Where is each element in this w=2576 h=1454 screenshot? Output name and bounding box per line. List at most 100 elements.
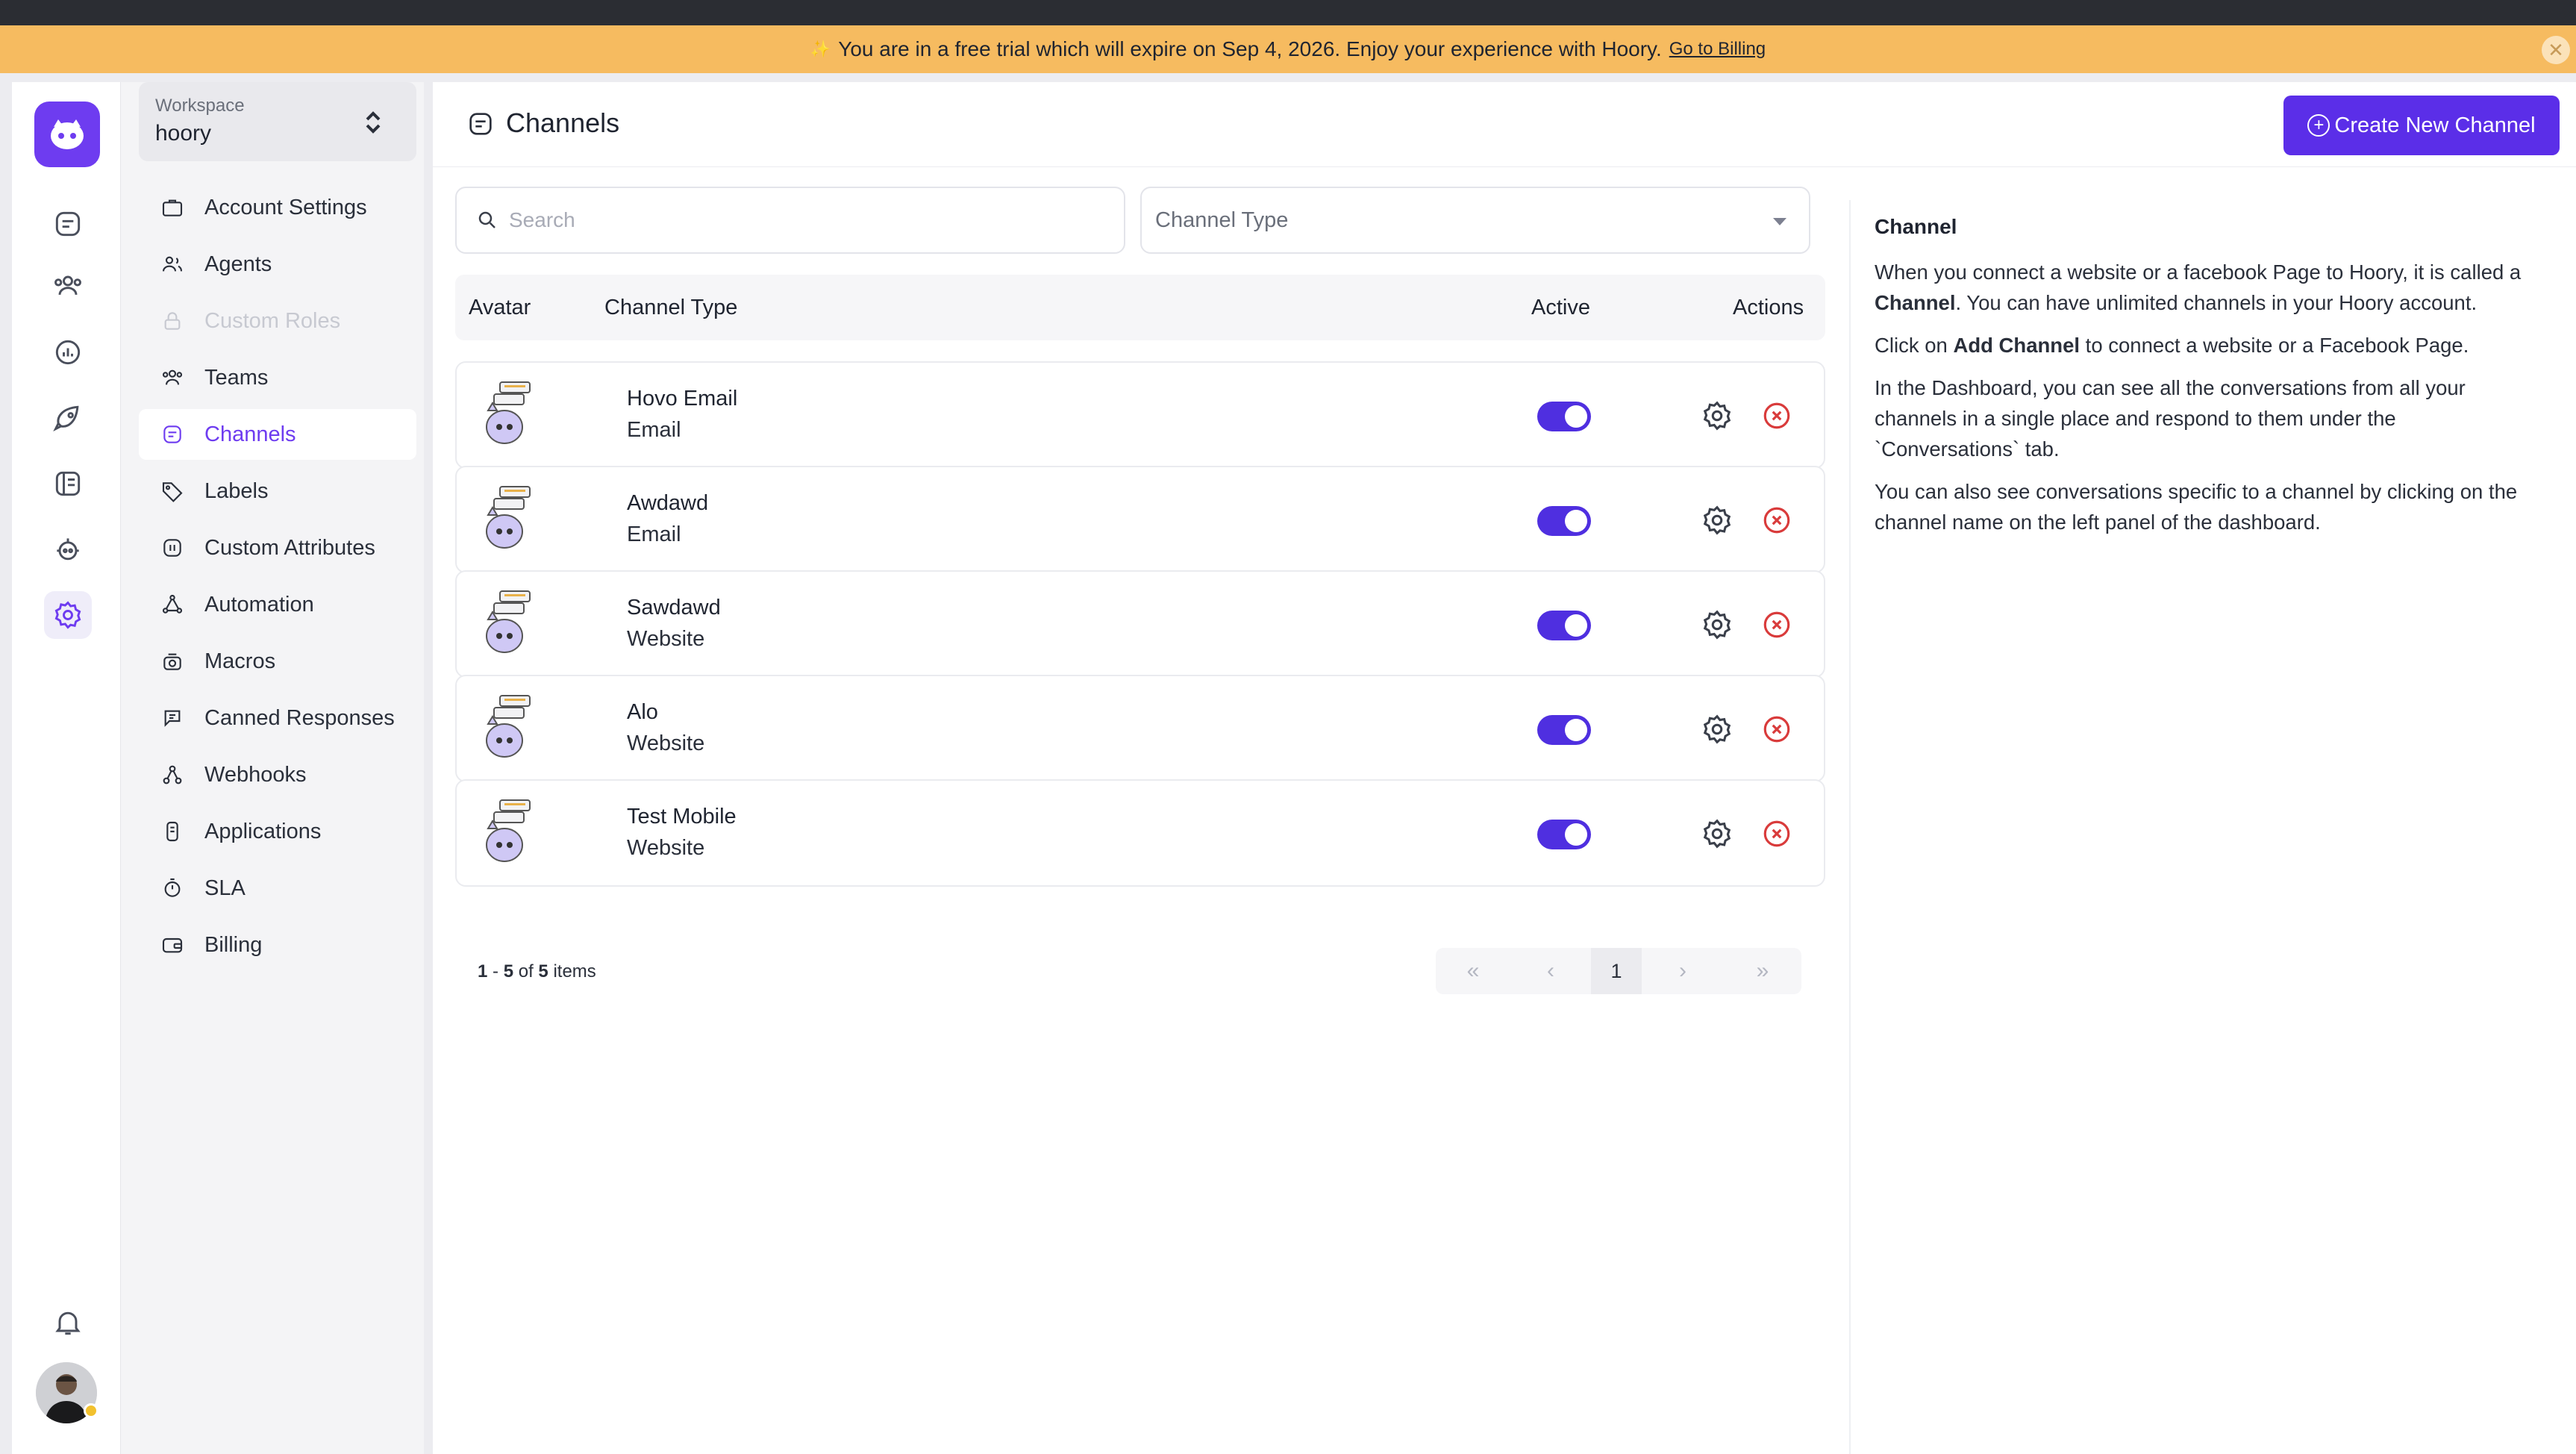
channel-avatar — [478, 590, 537, 657]
sidebar-item-billing[interactable]: Billing — [139, 920, 416, 970]
sidebar-item-label: Account Settings — [204, 195, 367, 219]
page-number-button[interactable]: 1 — [1591, 948, 1642, 994]
applications-icon — [160, 819, 185, 844]
range-total: 5 — [538, 961, 548, 982]
sidebar-item-label: Webhooks — [204, 762, 307, 787]
conversations-nav-icon[interactable] — [44, 200, 92, 248]
channel-type: Website — [627, 836, 705, 860]
sidebar-item-label: Applications — [204, 819, 322, 843]
channel-name: Sawdawd — [627, 596, 721, 620]
of-label: of — [518, 961, 534, 982]
delete-circle-x-icon[interactable] — [1761, 714, 1792, 745]
sidebar-item-teams[interactable]: Teams — [139, 352, 416, 403]
settings-gear-icon[interactable] — [1700, 817, 1734, 851]
settings-nav-icon[interactable] — [44, 591, 92, 639]
sidebar-item-label: Channels — [204, 422, 296, 446]
attribute-icon — [160, 535, 185, 561]
sidebar-item-agents[interactable]: Agents — [139, 239, 416, 290]
channels-title-icon — [469, 113, 492, 135]
hoory-logo[interactable] — [34, 102, 100, 167]
stopwatch-icon — [160, 876, 185, 901]
header-actions: Actions — [1733, 296, 1804, 319]
toggle-knob — [1565, 510, 1587, 532]
table-header: Avatar Channel Type Active Actions — [455, 275, 1825, 340]
active-toggle[interactable] — [1537, 820, 1591, 849]
bot-nav-icon[interactable] — [44, 525, 92, 573]
table-row: Hovo Email Email — [455, 361, 1825, 469]
active-toggle[interactable] — [1537, 715, 1591, 745]
chevron-up-down-icon — [366, 111, 381, 134]
campaigns-nav-icon[interactable] — [44, 394, 92, 442]
sidebar-item-label: Custom Roles — [204, 308, 341, 333]
delete-circle-x-icon[interactable] — [1761, 609, 1792, 640]
channel-type: Email — [627, 522, 681, 546]
reports-nav-icon[interactable] — [44, 328, 92, 376]
last-page-icon[interactable]: » — [1724, 948, 1801, 994]
search-icon — [478, 211, 495, 228]
team-icon — [160, 365, 185, 390]
channel-avatar — [478, 694, 537, 761]
table-row: Alo Website — [455, 675, 1825, 782]
toggle-knob — [1565, 823, 1587, 846]
channel-avatar — [478, 485, 537, 552]
sidebar-item-label: Teams — [204, 365, 269, 390]
page-title: Channels — [506, 107, 620, 138]
settings-gear-icon[interactable] — [1700, 608, 1734, 642]
next-page-icon[interactable]: › — [1642, 948, 1724, 994]
knowledge-base-nav-icon[interactable] — [44, 460, 92, 508]
sidebar-item-sla[interactable]: SLA — [139, 863, 416, 914]
sidebar-item-canned-responses[interactable]: Canned Responses — [139, 693, 416, 743]
sidebar-item-account-settings[interactable]: Account Settings — [139, 182, 416, 233]
sidebar-item-applications[interactable]: Applications — [139, 806, 416, 857]
active-toggle[interactable] — [1537, 402, 1591, 431]
active-toggle[interactable] — [1537, 506, 1591, 536]
first-page-icon[interactable]: « — [1436, 948, 1510, 994]
main-content: Channels + Create New Channel Channel Ty… — [433, 82, 2576, 1454]
channel-avatar — [478, 381, 537, 448]
sidebar-item-label: Billing — [204, 932, 263, 957]
search-input[interactable] — [509, 208, 1121, 232]
channel-info-panel: Channel When you connect a website or a … — [1849, 200, 2536, 1454]
toggle-knob — [1565, 405, 1587, 428]
delete-circle-x-icon[interactable] — [1761, 400, 1792, 431]
table-row: Sawdawd Website — [455, 570, 1825, 678]
sidebar-item-labels[interactable]: Labels — [139, 466, 416, 517]
go-to-billing-link[interactable]: Go to Billing — [1669, 39, 1766, 60]
prev-page-icon[interactable]: ‹ — [1510, 948, 1591, 994]
sidebar-item-webhooks[interactable]: Webhooks — [139, 749, 416, 800]
trial-banner: ✨ You are in a free trial which will exp… — [0, 25, 2576, 73]
sidebar-item-label: Labels — [204, 478, 269, 503]
search-box[interactable] — [455, 187, 1125, 254]
info-paragraph-2: Click on Add Channel to connect a websit… — [1875, 334, 2469, 357]
workspace-switcher[interactable]: Workspace hoory — [139, 82, 416, 161]
sidebar-item-custom-attributes[interactable]: Custom Attributes — [139, 522, 416, 573]
create-new-channel-button[interactable]: + Create New Channel — [2283, 96, 2560, 155]
sidebar-item-channels[interactable]: Channels — [139, 409, 416, 460]
channel-type: Website — [627, 627, 705, 651]
users-icon — [160, 252, 185, 277]
channel-avatar — [478, 799, 537, 866]
notifications-bell-icon[interactable] — [44, 1299, 92, 1347]
info-paragraph-1: When you connect a website or a facebook… — [1875, 260, 2522, 314]
channels-icon — [160, 422, 185, 447]
lock-icon — [160, 308, 185, 334]
active-toggle[interactable] — [1537, 611, 1591, 640]
settings-gear-icon[interactable] — [1700, 712, 1734, 746]
table-row: Test Mobile Website — [455, 779, 1825, 887]
sidebar-item-label: Agents — [204, 252, 272, 276]
channel-type: Website — [627, 731, 705, 755]
delete-circle-x-icon[interactable] — [1761, 505, 1792, 536]
channel-type-select[interactable]: Channel Type — [1140, 187, 1810, 254]
sidebar-item-label: Custom Attributes — [204, 535, 375, 560]
sidebar-item-automation[interactable]: Automation — [139, 579, 416, 630]
settings-gear-icon[interactable] — [1700, 503, 1734, 537]
sidebar-item-label: Canned Responses — [204, 705, 395, 730]
pagination-summary: 1 - 5 of 5 items — [478, 961, 596, 982]
primary-sidebar — [12, 82, 121, 1454]
close-banner-icon[interactable]: ✕ — [2542, 36, 2570, 64]
sidebar-item-macros[interactable]: Macros — [139, 636, 416, 687]
delete-circle-x-icon[interactable] — [1761, 818, 1792, 849]
contacts-nav-icon[interactable] — [44, 261, 92, 309]
settings-gear-icon[interactable] — [1700, 399, 1734, 433]
channel-name: Alo — [627, 700, 658, 724]
